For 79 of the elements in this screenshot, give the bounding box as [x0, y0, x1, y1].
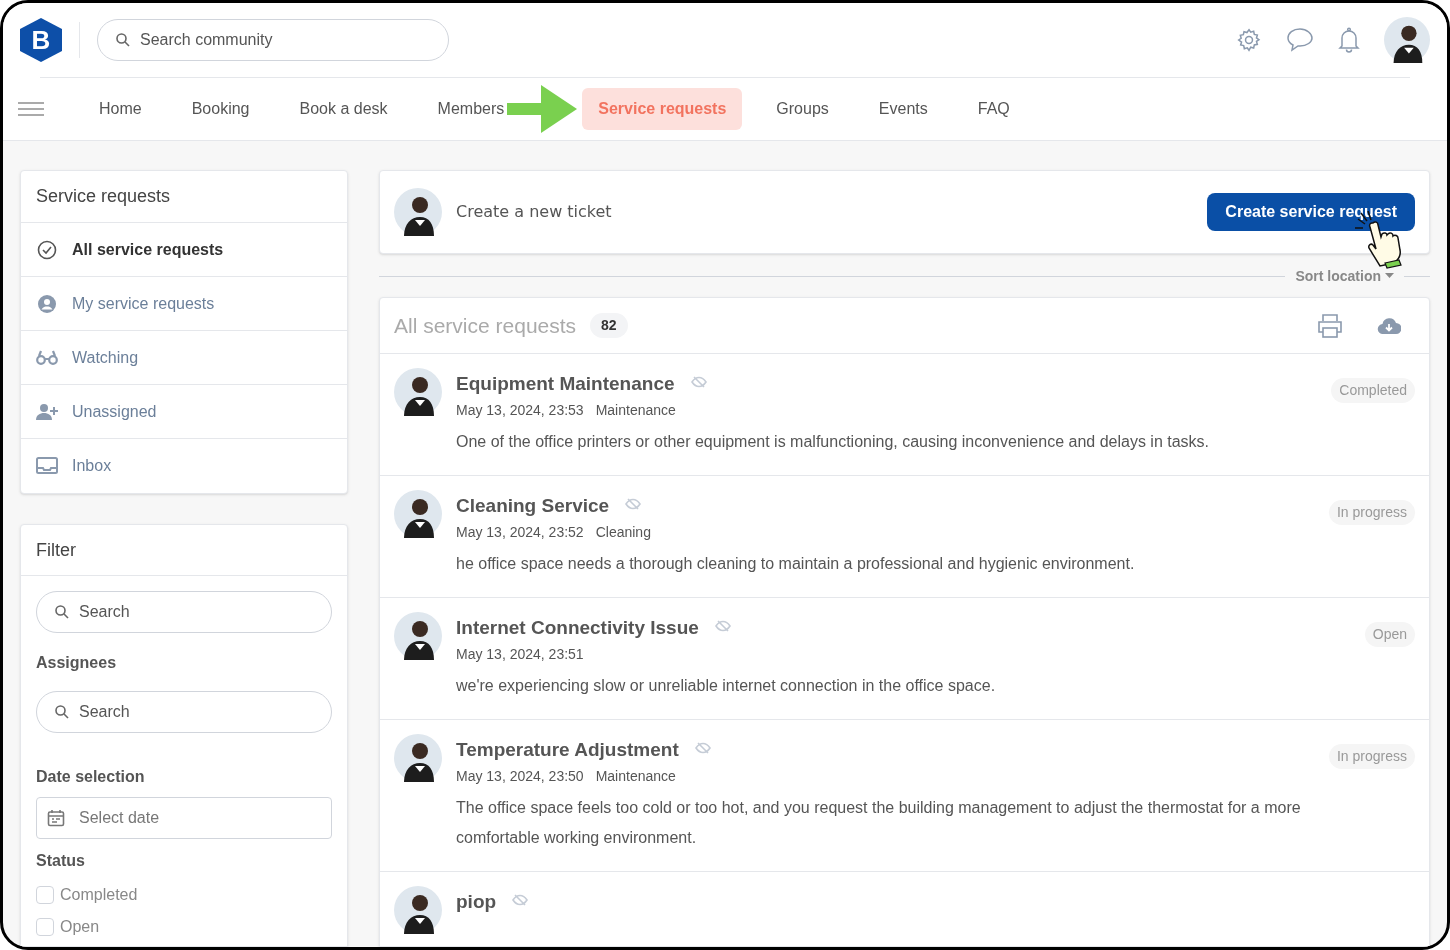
nav-tab[interactable]: Book a desk	[283, 88, 404, 130]
search-icon	[115, 32, 131, 48]
request-date: May 13, 2024, 23:50	[456, 767, 584, 786]
user-icon	[37, 293, 57, 314]
avatar	[1384, 17, 1430, 63]
status-pill: Completed	[1331, 378, 1415, 403]
create-button[interactable]: Create service request	[1207, 193, 1415, 231]
status-pill: Open	[1364, 622, 1415, 647]
search-icon	[54, 704, 70, 720]
caret-icon	[1385, 273, 1394, 279]
search-field[interactable]: Search	[36, 591, 332, 633]
avatar	[394, 734, 442, 782]
sidebar-item[interactable]: My service requests	[72, 291, 215, 316]
inbox-icon	[36, 457, 58, 475]
request-description: he office space needs a thorough cleaning to maintain a professional and hygienic environment.	[456, 554, 1136, 574]
hidden-icon	[512, 894, 529, 906]
checkbox[interactable]	[36, 918, 54, 936]
sidebar-item[interactable]: All service requests	[72, 237, 224, 262]
logo[interactable]: B	[20, 18, 62, 62]
request-category: Maintenance	[595, 401, 676, 420]
nav-tab[interactable]: Home	[83, 88, 158, 130]
request-category: Cleaning	[595, 523, 651, 542]
request-description: One of the office printers or other equipment is malfunctioning, causing inconvenience and delays in tasks.	[456, 432, 1211, 452]
card-title: Filter	[21, 525, 347, 576]
checkbox-label: Open	[60, 917, 100, 937]
calendar-icon	[47, 809, 65, 827]
request-title[interactable]: Equipment Maintenance	[456, 370, 675, 399]
add-user-icon	[36, 402, 58, 421]
checkbox-label: Completed	[60, 885, 138, 905]
request-date: May 13, 2024, 23:53	[456, 401, 584, 420]
print-icon[interactable]	[1317, 313, 1343, 338]
nav-tab[interactable]: Booking	[175, 88, 266, 130]
request-date: May 13, 2024, 23:52	[456, 523, 584, 542]
check-circle-icon	[37, 239, 57, 260]
nav-tab[interactable]: Members	[421, 88, 521, 130]
menu-icon[interactable]	[18, 101, 44, 117]
search-icon	[54, 604, 70, 620]
hidden-icon	[690, 376, 707, 388]
avatar	[394, 886, 442, 934]
chat-icon[interactable]	[1286, 27, 1314, 53]
request-title[interactable]: Temperature Adjustment	[456, 736, 679, 765]
card-title: Service requests	[21, 171, 347, 223]
avatar	[394, 368, 442, 416]
field-label: Assignees	[36, 653, 118, 673]
sidebar-item[interactable]: Unassigned	[72, 399, 157, 424]
request-title[interactable]: Cleaning Service	[456, 492, 610, 521]
status-pill: In progress	[1328, 744, 1415, 769]
nav-tab[interactable]: Events	[862, 88, 944, 130]
arrow-icon	[507, 85, 578, 133]
hidden-icon	[714, 620, 731, 632]
avatar	[394, 188, 442, 236]
count-badge: 82	[590, 313, 628, 338]
request-description: The office space feels too cold or too hot, and you request the building management to adjust the thermostat for a more comfortable working environment.	[456, 798, 1302, 848]
bell-icon[interactable]	[1338, 27, 1360, 53]
settings-icon[interactable]	[1236, 27, 1262, 53]
nav-tab[interactable]: FAQ	[961, 88, 1026, 130]
request-category: Maintenance	[595, 767, 676, 786]
request-date: May 13, 2024, 23:51	[456, 645, 584, 664]
search-field[interactable]: Search community	[97, 19, 449, 61]
field-label: Date selection	[36, 767, 146, 787]
request-title[interactable]: Internet Connectivity Issue	[456, 614, 699, 643]
glasses-icon	[36, 349, 58, 366]
prompt-text: Create a new ticket	[456, 201, 612, 223]
request-description: we're experiencing slow or unreliable internet connection in the office space.	[456, 676, 997, 696]
avatar	[394, 490, 442, 538]
search-field[interactable]: Search	[36, 691, 332, 733]
list-title: All service requests	[394, 312, 577, 339]
sidebar-item[interactable]: Watching	[72, 345, 139, 370]
checkbox[interactable]	[36, 886, 54, 904]
request-title[interactable]: piop	[456, 888, 497, 917]
field-label: Status	[36, 851, 86, 871]
date-field[interactable]: Select date	[36, 797, 332, 839]
status-pill: In progress	[1328, 500, 1415, 525]
hidden-icon	[625, 498, 642, 510]
sidebar-item[interactable]: Inbox	[72, 454, 112, 478]
hidden-icon	[694, 742, 711, 754]
nav-tab[interactable]: Groups	[760, 88, 845, 130]
download-icon[interactable]	[1377, 316, 1401, 335]
avatar	[394, 612, 442, 660]
